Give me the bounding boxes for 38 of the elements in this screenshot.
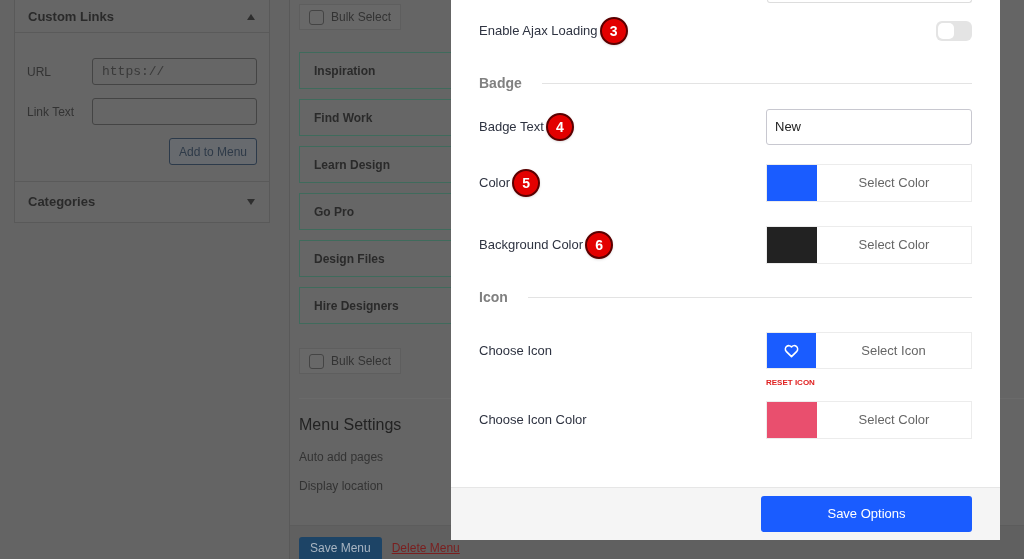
heart-icon — [784, 343, 799, 358]
toggle-switch[interactable] — [936, 21, 972, 41]
menu-item[interactable]: Hire Designers — [299, 287, 452, 324]
step-marker: 4 — [545, 113, 574, 141]
step-marker: 6 — [585, 231, 614, 259]
menu-item[interactable]: Inspiration — [299, 52, 452, 89]
checkbox[interactable] — [309, 9, 324, 25]
setting-label: Choose Icon — [479, 341, 552, 360]
menu-item[interactable]: Design Files — [299, 240, 452, 277]
setting-label: Color — [479, 174, 511, 193]
save-menu-button[interactable]: Save Menu — [299, 537, 382, 559]
delete-menu-link[interactable]: Delete Menu — [391, 539, 460, 557]
color-picker[interactable]: Select Color — [766, 401, 972, 439]
menu-item[interactable]: Go Pro — [299, 193, 452, 230]
icon-picker[interactable]: Select Icon — [766, 332, 972, 369]
section-title: Menu Settings — [299, 415, 402, 435]
input-field[interactable] — [92, 98, 257, 125]
section-heading: Icon — [479, 287, 508, 307]
down-triangle-icon — [247, 199, 255, 205]
panel-header[interactable]: Categories — [15, 182, 269, 222]
menu-item[interactable]: Learn Design — [299, 146, 452, 183]
add-to-menu-button[interactable]: Add to Menu — [168, 138, 257, 165]
step-marker: 3 — [599, 17, 628, 45]
color-picker[interactable]: Select Color — [766, 164, 972, 202]
badge-text-field[interactable]: New — [766, 109, 972, 145]
checkbox[interactable] — [309, 353, 324, 369]
section-heading: Badge — [479, 73, 522, 93]
save-options-button[interactable]: Save Options — [761, 496, 972, 532]
reset-icon-link[interactable]: RESET ICON — [766, 377, 972, 389]
color-picker[interactable]: Select Color — [766, 226, 972, 264]
setting-label: Choose Icon Color — [479, 411, 587, 430]
menu-item[interactable]: Find Work — [299, 99, 452, 136]
setting-label: Background Color — [479, 236, 584, 255]
up-triangle-icon — [247, 13, 255, 20]
step-marker: 5 — [512, 169, 541, 197]
panel-header[interactable]: Custom Links — [15, 0, 269, 33]
setting-label: Enable Ajax Loading — [479, 22, 598, 41]
setting-label: Badge Text — [479, 118, 544, 137]
